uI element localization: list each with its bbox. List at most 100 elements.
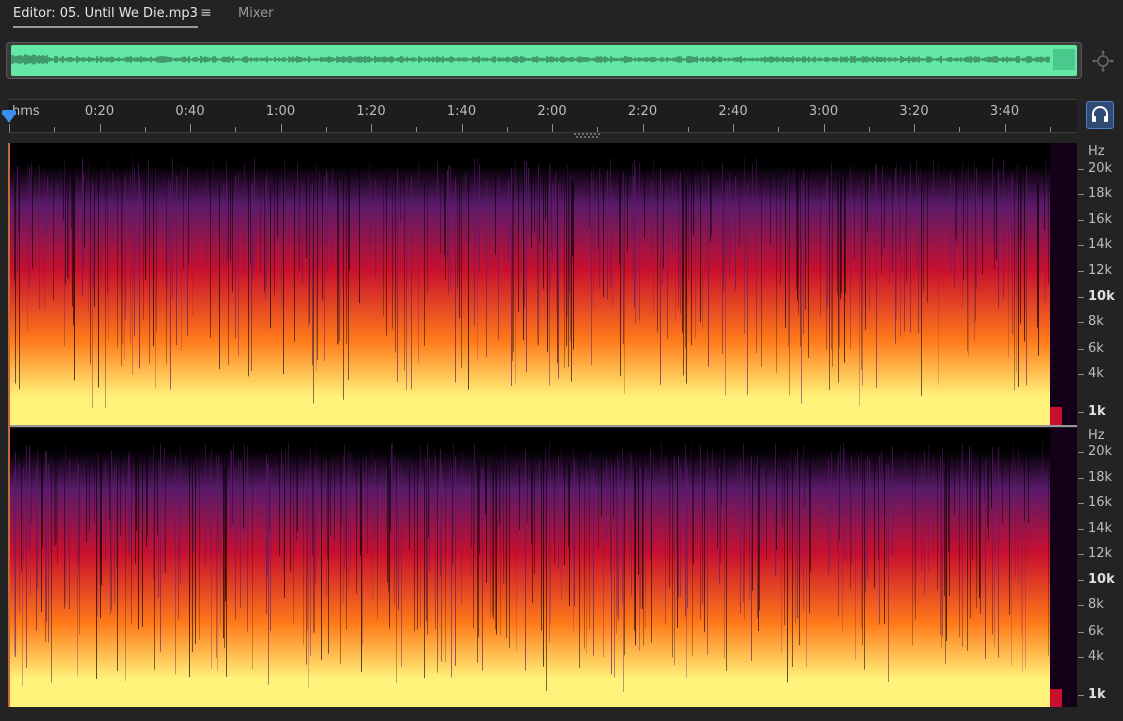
- frequency-tick: [1078, 412, 1084, 413]
- ruler-tick: [371, 124, 372, 132]
- frequency-label: 8k: [1088, 597, 1104, 612]
- frequency-tick: [1078, 605, 1084, 606]
- ruler-tick: [190, 124, 191, 132]
- frequency-tick: [1078, 349, 1084, 350]
- spectral-channel-2[interactable]: [10, 428, 1077, 707]
- frequency-tick: [1078, 478, 1084, 479]
- overview-waveform[interactable]: [6, 42, 1082, 79]
- frequency-tick: [1078, 297, 1084, 298]
- frequency-scale-2: Hz 20k 18k 16k 14k 12k 10k 8k 6k 4k 1k: [1078, 428, 1123, 707]
- ruler-tick: [9, 124, 10, 132]
- frequency-label: 20k: [1088, 161, 1113, 176]
- zoom-navigator-icon[interactable]: [1091, 49, 1115, 73]
- frequency-label: 8k: [1088, 314, 1104, 329]
- ruler-tick: [1049, 127, 1051, 132]
- ruler-time-label: 0:40: [175, 104, 205, 119]
- ruler-time-label: 0:20: [84, 104, 115, 119]
- ruler-tick: [506, 127, 508, 132]
- frequency-tick: [1078, 529, 1084, 530]
- ruler-tick: [461, 124, 463, 132]
- overview-waveform-body: [11, 45, 1077, 76]
- channel-divider: [10, 425, 1077, 427]
- frequency-label: 12k: [1088, 263, 1113, 278]
- frequency-scale-1: Hz 20k 18k 16k 14k 12k 10k 8k 6k 4k 1k: [1078, 143, 1123, 425]
- frequency-tick: [1078, 452, 1084, 453]
- monitor-button[interactable]: [1086, 101, 1114, 129]
- frequency-label: 1k: [1088, 687, 1106, 702]
- frequency-label: 1k: [1088, 404, 1106, 419]
- frequency-label: 6k: [1088, 341, 1104, 356]
- time-ruler[interactable]: hms 0:20 0:40 1:00 1:20 1:40 2:00 2:20 2:40 3:00…: [8, 99, 1077, 133]
- spectrogram-1: [10, 143, 1077, 425]
- frequency-tick: [1078, 194, 1084, 195]
- headphones-icon: [1092, 106, 1108, 122]
- scale-title: Hz: [1088, 144, 1105, 159]
- ruler-tick: [597, 127, 599, 132]
- ruler-tick: [914, 124, 915, 132]
- bottom-bar: [0, 707, 1123, 721]
- tab-mixer[interactable]: Mixer: [238, 6, 273, 21]
- ruler-time-label: 3:40: [989, 104, 1020, 119]
- ruler-tick: [959, 127, 961, 132]
- ruler-tick: [325, 127, 327, 132]
- frequency-label: 14k: [1088, 237, 1113, 252]
- frequency-tick: [1078, 580, 1084, 581]
- ruler-time-label: 3:00: [808, 104, 839, 119]
- ruler-tick: [868, 127, 870, 132]
- ruler-time-label: 2:40: [718, 104, 748, 119]
- ruler-tick: [54, 127, 56, 132]
- frequency-label: 10k: [1088, 572, 1115, 587]
- frequency-tick: [1078, 554, 1084, 555]
- frequency-tick: [1078, 322, 1084, 323]
- ruler-time-label: 1:00: [265, 104, 296, 119]
- frequency-label: 10k: [1088, 289, 1115, 304]
- frequency-tick: [1078, 695, 1084, 696]
- ruler-tick: [778, 127, 780, 132]
- ruler-time-label: 2:20: [627, 104, 658, 119]
- frequency-tick: [1078, 245, 1084, 246]
- ruler-tick: [144, 127, 146, 132]
- tab-editor[interactable]: Editor: 05. Until We Die.mp3: [13, 6, 198, 28]
- frequency-tick: [1078, 657, 1084, 658]
- spectral-channel-1[interactable]: [10, 143, 1077, 425]
- ruler-tick: [687, 127, 689, 132]
- frequency-tick: [1078, 632, 1084, 633]
- frequency-label: 12k: [1088, 546, 1113, 561]
- frequency-label: 4k: [1088, 649, 1104, 664]
- ruler-tick: [733, 124, 734, 132]
- frequency-tick: [1078, 169, 1084, 170]
- frequency-label: 16k: [1088, 495, 1113, 510]
- ruler-tick: [823, 124, 825, 132]
- frequency-label: 18k: [1088, 470, 1113, 485]
- playhead-marker[interactable]: [2, 113, 16, 123]
- ruler-unit-label: hms: [12, 104, 40, 119]
- frequency-tick: [1078, 374, 1084, 375]
- ruler-tick: [1004, 124, 1006, 132]
- frequency-label: 20k: [1088, 444, 1113, 459]
- panel-tab-bar: Editor: 05. Until We Die.mp3 ≡ Mixer: [0, 0, 1123, 32]
- ruler-time-label: 1:20: [356, 104, 386, 119]
- ruler-tick: [642, 124, 644, 132]
- ruler-tick: [235, 127, 237, 132]
- ruler-time-label: 1:40: [446, 104, 477, 119]
- ruler-tick: [552, 124, 553, 132]
- ruler-tick: [99, 124, 101, 132]
- scale-title: Hz: [1088, 428, 1105, 443]
- overview-waveform-trace: [11, 49, 1075, 70]
- panel-menu-icon[interactable]: ≡: [200, 5, 212, 21]
- spectrogram-2: [10, 428, 1077, 707]
- selection-edge: [8, 143, 10, 707]
- frequency-tick: [1078, 220, 1084, 221]
- frequency-label: 6k: [1088, 624, 1104, 639]
- frequency-label: 18k: [1088, 186, 1113, 201]
- ruler-tick: [416, 127, 418, 132]
- ruler-tick: [280, 124, 282, 132]
- frequency-label: 14k: [1088, 521, 1113, 536]
- ruler-time-label: 3:20: [899, 104, 929, 119]
- frequency-tick: [1078, 503, 1084, 504]
- resize-grip-icon[interactable]: [573, 133, 603, 138]
- frequency-tick: [1078, 271, 1084, 272]
- frequency-label: 16k: [1088, 212, 1113, 227]
- frequency-label: 4k: [1088, 366, 1104, 381]
- ruler-time-label: 2:00: [537, 104, 567, 119]
